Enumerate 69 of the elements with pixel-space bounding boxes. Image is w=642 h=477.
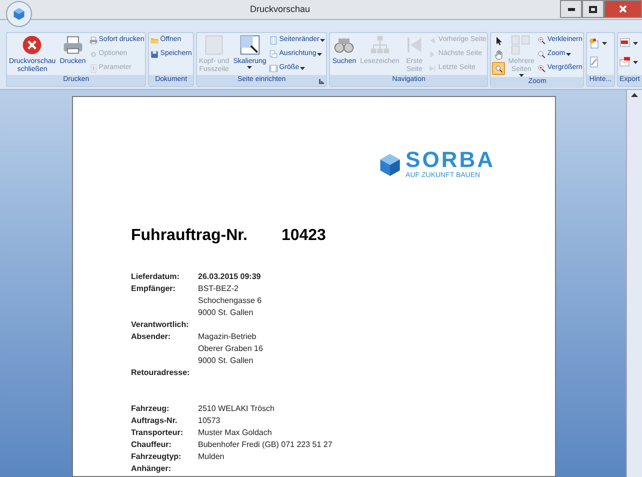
field-label: Lieferdatum: xyxy=(131,272,180,280)
printer-icon xyxy=(88,36,98,45)
document-icon xyxy=(88,64,98,73)
zoom-out-icon xyxy=(537,36,546,45)
page-margins-icon xyxy=(269,36,278,45)
cube-icon xyxy=(12,7,26,21)
caret-icon xyxy=(317,53,322,56)
field-label: Absender: xyxy=(131,332,172,342)
minimize-button[interactable] xyxy=(560,0,582,18)
field-label: Auftrags-Nr. xyxy=(131,416,178,424)
previous-icon xyxy=(428,36,438,45)
field-value: Muster Max Goldach xyxy=(198,428,272,436)
field-label: Anhänger: xyxy=(131,464,172,472)
printer-icon xyxy=(62,34,84,56)
field-value: 10573 xyxy=(198,416,220,424)
field-label: Fahrzeugtyp: xyxy=(131,452,182,460)
mail-icon xyxy=(618,56,631,68)
window-title: Druckvorschau xyxy=(250,2,310,16)
caret-icon xyxy=(632,42,638,44)
dialog-launcher-icon[interactable] xyxy=(319,79,324,84)
page-orientation-icon xyxy=(269,50,278,59)
field-label: Transporteur: xyxy=(131,428,184,436)
field-value: BST-BEZ-2 xyxy=(198,284,240,292)
field-value: 9000 St. Gallen xyxy=(198,308,254,316)
next-icon xyxy=(428,50,438,59)
pointer-icon xyxy=(494,36,504,46)
caret-icon xyxy=(602,42,608,44)
document-title: Fuhrauftrag-Nr. xyxy=(131,226,248,246)
close-button[interactable] xyxy=(604,0,642,18)
scroll-up-icon[interactable] xyxy=(631,93,638,97)
field-value: Schochengasse 6 xyxy=(198,296,262,304)
field-label: Empfänger: xyxy=(131,284,176,295)
field-value: 26.03.2015 09:39 xyxy=(198,272,261,280)
caret-icon xyxy=(320,39,326,42)
field-value: 9000 St. Gallen xyxy=(198,356,254,364)
maximize-icon xyxy=(589,6,597,12)
hand-icon xyxy=(494,50,504,60)
field-label: Chauffeur: xyxy=(131,440,172,448)
field-value: Magazin-Betrieb xyxy=(198,332,258,340)
caret-icon xyxy=(566,53,572,56)
caret-icon xyxy=(632,60,638,64)
close-icon xyxy=(21,34,44,56)
field-label: Retouradresse: xyxy=(131,368,191,376)
close-icon xyxy=(619,5,627,13)
hierarchy-icon xyxy=(368,34,391,56)
blank-page-icon xyxy=(203,34,225,56)
paint-icon xyxy=(588,37,600,49)
scrollbar[interactable] xyxy=(626,90,642,477)
folder-icon xyxy=(150,36,160,45)
page-size-icon xyxy=(269,64,278,73)
caret-icon xyxy=(247,66,252,69)
last-page-icon xyxy=(428,64,438,73)
maximize-button[interactable] xyxy=(582,0,604,18)
field-label: Fahrzeug: xyxy=(131,404,170,412)
multiple-pages-icon xyxy=(510,34,532,56)
magnifier-icon xyxy=(494,64,504,74)
field-value: Mulden xyxy=(198,452,224,460)
field-value: 2510 WELAKI Trösch xyxy=(198,404,274,412)
field-label: Verantwortlich: xyxy=(131,320,190,328)
logo-name: SORBA xyxy=(406,149,495,171)
zoom-icon xyxy=(537,50,546,59)
field-value: Oberer Graben 16 xyxy=(198,344,263,352)
caret-icon xyxy=(300,67,306,70)
pdf-icon xyxy=(618,37,631,49)
zoom-in-icon xyxy=(537,64,546,73)
watermark-icon xyxy=(588,56,600,68)
minimize-icon xyxy=(568,8,574,10)
field-value: Bubenhofer Fredi (GB) 071 223 51 27 xyxy=(198,440,332,448)
order-number: 10423 xyxy=(281,226,326,246)
